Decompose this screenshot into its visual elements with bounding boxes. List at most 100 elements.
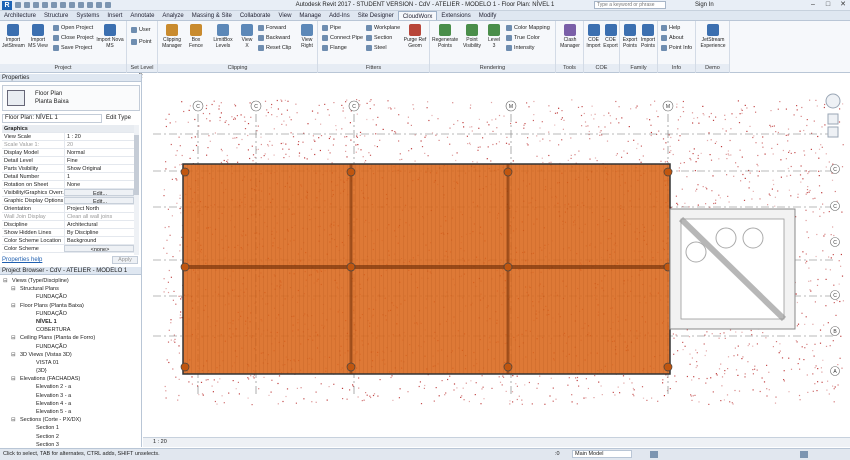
- pan-icon[interactable]: [827, 126, 839, 138]
- property-row[interactable]: Detail Level Fine: [2, 157, 134, 165]
- column[interactable]: [503, 362, 513, 372]
- properties-help-link[interactable]: Properties help: [2, 257, 42, 263]
- expand-toggle-icon[interactable]: ⊟: [11, 375, 16, 383]
- close-project-button[interactable]: Close Project: [53, 34, 94, 42]
- save-project-button[interactable]: Save Project: [53, 44, 92, 52]
- property-edit-button[interactable]: Edit...: [64, 197, 134, 204]
- about-button[interactable]: About: [661, 34, 683, 42]
- browser-item[interactable]: Section 3: [0, 441, 141, 447]
- column[interactable]: [180, 262, 190, 272]
- browser-item[interactable]: ⊟ Views (Type/Discipline): [0, 277, 141, 285]
- point-visibility-button[interactable]: Point Visibility: [460, 24, 484, 49]
- property-value[interactable]: Normal: [64, 149, 134, 156]
- editable-icon[interactable]: [650, 451, 658, 458]
- property-row[interactable]: Discipline Architectural: [2, 221, 134, 229]
- tab-analyze[interactable]: Analyze: [158, 11, 187, 20]
- expand-toggle-icon[interactable]: ⊟: [11, 285, 16, 293]
- column[interactable]: [346, 167, 356, 177]
- filter-icon[interactable]: [800, 451, 808, 458]
- browser-item[interactable]: COBERTURA: [0, 326, 141, 334]
- purge-ref-geom-button[interactable]: Purge Ref Geom: [402, 24, 428, 49]
- maximize-icon[interactable]: □: [821, 0, 835, 10]
- floor-plan-drawing[interactable]: C C C M MCCCCBA: [143, 74, 850, 447]
- reset-clip-button[interactable]: Reset Clip: [258, 44, 291, 52]
- expand-toggle-icon[interactable]: ⊟: [11, 351, 16, 359]
- browser-item[interactable]: Elevation 2 - a: [0, 383, 141, 391]
- drawing-canvas[interactable]: CCCMMCCCCBA: [143, 74, 850, 447]
- view-right-button[interactable]: View Right: [298, 24, 316, 49]
- browser-item[interactable]: FUNDAÇÃO: [0, 343, 141, 351]
- instance-dropdown[interactable]: Floor Plan: NÍVEL 1: [2, 114, 102, 123]
- pipe-button[interactable]: Pipe: [322, 24, 341, 32]
- design-option-dropdown[interactable]: Main Model: [572, 450, 632, 458]
- tab-structure[interactable]: Structure: [40, 11, 72, 20]
- tab-modify[interactable]: Modify: [475, 11, 501, 20]
- property-row[interactable]: Wall Join Display Clean all wall joins: [2, 213, 134, 221]
- tab-cloudworx[interactable]: CloudWorx: [397, 11, 438, 20]
- tab-extensions[interactable]: Extensions: [437, 11, 474, 20]
- column[interactable]: [346, 262, 356, 272]
- tab-architecture[interactable]: Architecture: [0, 11, 40, 20]
- property-value[interactable]: By Discipline: [64, 229, 134, 236]
- column[interactable]: [503, 167, 513, 177]
- browser-item[interactable]: ⊟ 3D Views (Vistas 3D): [0, 351, 141, 359]
- import-points-button[interactable]: Import Points: [639, 24, 657, 49]
- tab-site-designer[interactable]: Site Designer: [354, 11, 398, 20]
- browser-item[interactable]: ⊟ Elevations (FACHADAS): [0, 375, 141, 383]
- import-ms-view-button[interactable]: Import MS View: [27, 24, 49, 49]
- expand-toggle-icon[interactable]: ⊟: [11, 334, 16, 342]
- column[interactable]: [180, 362, 190, 372]
- expand-toggle-icon[interactable]: ⊟: [3, 277, 8, 285]
- browser-item[interactable]: Elevation 3 - a: [0, 392, 141, 400]
- level-3-button[interactable]: Level 3: [486, 24, 502, 49]
- property-row[interactable]: Graphics: [2, 125, 134, 133]
- browser-item[interactable]: Elevation 5 - a: [0, 408, 141, 416]
- zoom-icon[interactable]: [827, 113, 839, 125]
- type-selector[interactable]: Floor Plan Planta Baixa: [2, 85, 140, 111]
- tab-insert[interactable]: Insert: [103, 11, 126, 20]
- help-button[interactable]: Help: [661, 24, 680, 32]
- clash-manager-button[interactable]: Clash Manager: [557, 24, 583, 49]
- clipping-manager-button[interactable]: Clipping Manager: [160, 24, 184, 49]
- view-cube-icon[interactable]: [825, 93, 841, 109]
- forward-button[interactable]: Forward: [258, 24, 286, 32]
- browser-item[interactable]: NÍVEL 1: [0, 318, 141, 326]
- property-edit-button[interactable]: <none>: [64, 245, 134, 252]
- scroll-thumb[interactable]: [134, 135, 139, 195]
- view-scale[interactable]: 1 : 20: [153, 438, 167, 447]
- property-row[interactable]: Detail Number 1: [2, 173, 134, 181]
- intensity-button[interactable]: Intensity: [506, 44, 534, 52]
- browser-item[interactable]: VISTA 01: [0, 359, 141, 367]
- tab-annotate[interactable]: Annotate: [126, 11, 158, 20]
- minimize-icon[interactable]: –: [806, 0, 820, 10]
- property-row[interactable]: Graphic Display Options Edit...: [2, 197, 134, 205]
- property-value[interactable]: Architectural: [64, 221, 134, 228]
- tab-view[interactable]: View: [275, 11, 296, 20]
- property-row[interactable]: Orientation Project North: [2, 205, 134, 213]
- expand-toggle-icon[interactable]: ⊟: [11, 302, 16, 310]
- column[interactable]: [503, 262, 513, 272]
- view-cube[interactable]: [825, 93, 841, 138]
- coe-export-button[interactable]: COE Export: [602, 24, 619, 49]
- browser-item[interactable]: Section 2: [0, 433, 141, 441]
- jetstream-experience-button[interactable]: JetStream Experience: [698, 24, 728, 49]
- property-value[interactable]: Show Original: [64, 165, 134, 172]
- property-row[interactable]: Rotation on Sheet None: [2, 181, 134, 189]
- browser-item[interactable]: ⊟ Floor Plans (Planta Baixa): [0, 302, 141, 310]
- browser-item[interactable]: ⊟ Ceiling Plans (Planta de Forro): [0, 334, 141, 342]
- import-nova-ms-button[interactable]: Import Nova MS: [96, 24, 124, 49]
- tab-collaborate[interactable]: Collaborate: [236, 11, 275, 20]
- column[interactable]: [663, 362, 673, 372]
- sign-in-link[interactable]: Sign In: [695, 2, 714, 8]
- property-row[interactable]: Scale Value 1: 20: [2, 141, 134, 149]
- property-value[interactable]: None: [64, 181, 134, 188]
- set-level-user-button[interactable]: User: [131, 26, 151, 34]
- flange-button[interactable]: Flange: [322, 44, 347, 52]
- help-search-input[interactable]: Type a keyword or phrase: [594, 1, 666, 9]
- section-button[interactable]: Section: [366, 34, 392, 42]
- browser-item[interactable]: ⊟ Sections (Corte - PX/DX): [0, 416, 141, 424]
- property-value[interactable]: 1 : 20: [64, 133, 134, 140]
- browser-item[interactable]: ⊟ Structural Plans: [0, 285, 141, 293]
- browser-item[interactable]: FUNDAÇÃO: [0, 293, 141, 301]
- browser-item[interactable]: Elevation 4 - a: [0, 400, 141, 408]
